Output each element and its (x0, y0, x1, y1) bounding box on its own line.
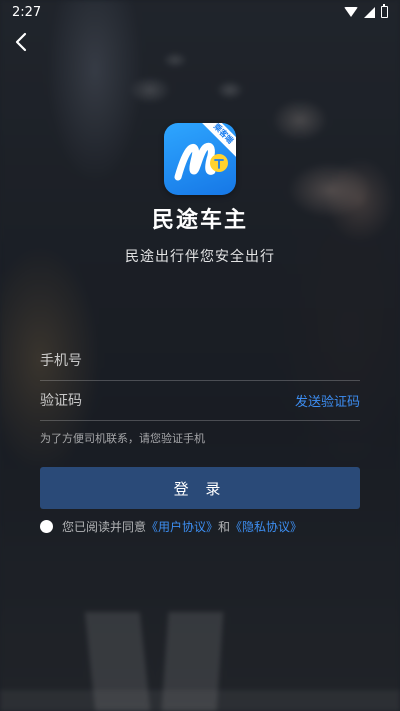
agreement-radio[interactable] (40, 520, 53, 533)
app-logo: 乘客端 (164, 123, 236, 195)
app-slogan: 民途出行伴您安全出行 (125, 249, 275, 265)
phone-input[interactable] (40, 352, 260, 369)
status-time: 2:27 (12, 4, 42, 20)
status-icons (344, 4, 388, 18)
verification-code-input[interactable] (40, 392, 260, 409)
status-bar: 2:27 (0, 0, 400, 24)
agreement-row: 您已阅读并同意 《用户协议》 和 《隐私协议》 (40, 518, 302, 535)
privacy-policy-link[interactable]: 《隐私协议》 (230, 518, 302, 535)
send-code-button[interactable]: 发送验证码 (295, 391, 360, 410)
signal-icon (364, 6, 375, 18)
agreement-and: 和 (218, 520, 231, 534)
login-button[interactable]: 登 录 (40, 467, 360, 509)
user-agreement-link[interactable]: 《用户协议》 (146, 518, 218, 535)
verification-hint: 为了方便司机联系，请您验证手机 (40, 432, 205, 445)
agreement-prefix: 您已阅读并同意 (62, 520, 147, 534)
back-icon[interactable] (10, 30, 34, 54)
battery-icon (381, 4, 388, 18)
phone-field (40, 341, 360, 381)
wifi-icon (344, 7, 358, 17)
app-title: 民途车主 (151, 208, 248, 233)
code-field: 发送验证码 (40, 381, 360, 421)
